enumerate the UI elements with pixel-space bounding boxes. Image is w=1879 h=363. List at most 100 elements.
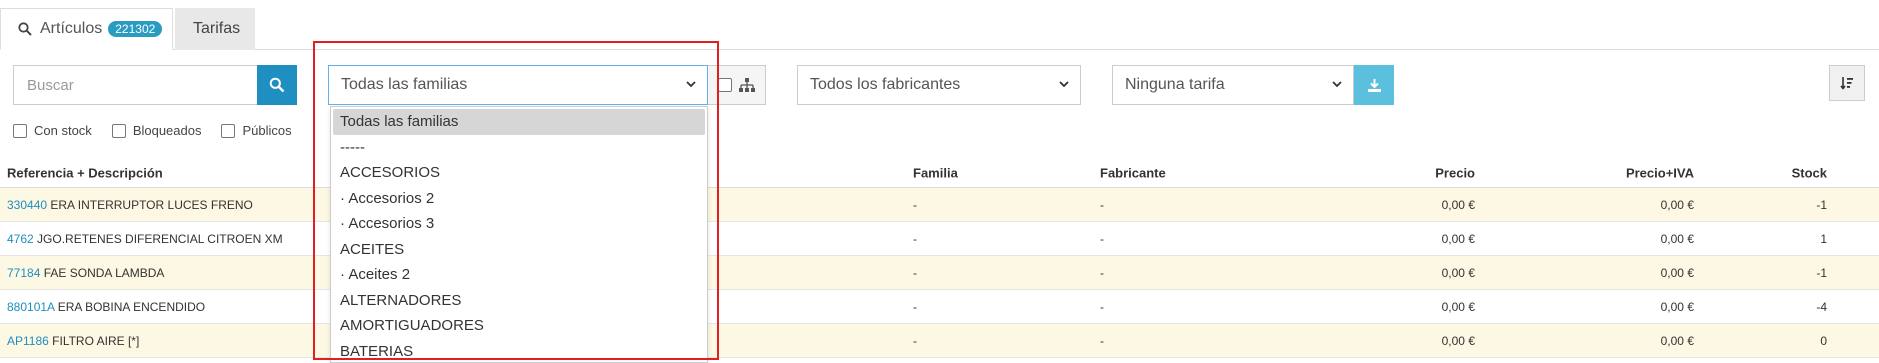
cell-stock: -1 xyxy=(1816,265,1827,280)
article-description: ERA BOBINA ENCENDIDO xyxy=(57,299,206,314)
article-description: FILTRO AIRE [*] xyxy=(52,333,140,348)
families-option[interactable]: · Accesorios 2 xyxy=(331,186,707,212)
cell-stock: 0 xyxy=(1820,333,1827,348)
header-manufacturer[interactable]: Fabricante xyxy=(1100,165,1166,180)
article-description: ERA INTERRUPTOR LUCES FRENO xyxy=(50,197,253,212)
filter-checkboxes: Con stock Bloqueados Públicos xyxy=(13,123,312,138)
cell-price-vat: 0,00 € xyxy=(1660,299,1694,314)
chevron-down-icon xyxy=(1332,81,1342,88)
table-row[interactable]: 77184 FAE SONDA LAMBDA - - 0,00 € 0,00 € -1 xyxy=(0,256,1879,290)
filter-public[interactable]: Públicos xyxy=(221,123,292,138)
article-description: FAE SONDA LAMBDA xyxy=(43,265,165,280)
cell-family: - xyxy=(913,333,917,348)
cell-price-vat: 0,00 € xyxy=(1660,333,1694,348)
article-ref-link[interactable]: 330440 xyxy=(7,198,47,212)
families-dropdown-list: Todas las familias ----- ACCESORIOS · Acces… xyxy=(330,106,708,363)
header-ref-desc[interactable]: Referencia + Descripción xyxy=(7,165,163,180)
filter-blocked[interactable]: Bloqueados xyxy=(111,123,202,138)
articles-table: Referencia + Descripción Familia Fabrica… xyxy=(0,158,1879,358)
chevron-down-icon xyxy=(686,81,696,88)
cell-price-vat: 0,00 € xyxy=(1660,197,1694,212)
tariff-select[interactable]: Ninguna tarifa xyxy=(1112,65,1354,105)
tariff-select-value: Ninguna tarifa xyxy=(1125,76,1225,93)
manufacturers-select-value: Todos los fabricantes xyxy=(810,76,961,93)
tab-tarifas[interactable]: Tarifas xyxy=(175,8,255,50)
cell-family: - xyxy=(913,299,917,314)
cell-ref-desc: 880101A ERA BOBINA ENCENDIDO xyxy=(7,300,205,314)
cell-ref-desc: 4762 JGO.RETENES DIFERENCIAL CITROEN XM xyxy=(7,232,283,246)
families-option[interactable]: ACEITES xyxy=(331,237,707,263)
families-option[interactable]: ----- xyxy=(331,135,707,161)
cell-manufacturer: - xyxy=(1100,265,1104,280)
cell-price-vat: 0,00 € xyxy=(1660,265,1694,280)
tab-articulos[interactable]: Artículos 221302 xyxy=(0,8,173,50)
tab-bar: Artículos 221302 Tarifas xyxy=(0,0,1879,50)
table-row[interactable]: AP1186 FILTRO AIRE [*] - - 0,00 € 0,00 € 0 xyxy=(0,324,1879,358)
table-header: Referencia + Descripción Familia Fabrica… xyxy=(0,158,1879,188)
search-button[interactable] xyxy=(257,65,297,105)
families-option[interactable]: Todas las familias xyxy=(333,109,705,135)
table-row[interactable]: 330440 ERA INTERRUPTOR LUCES FRENO - - 0,00… xyxy=(0,188,1879,222)
article-ref-link[interactable]: 77184 xyxy=(7,266,40,280)
manufacturers-select[interactable]: Todos los fabricantes xyxy=(797,65,1081,105)
cell-ref-desc: AP1186 FILTRO AIRE [*] xyxy=(7,334,139,348)
families-option[interactable]: · Aceites 2 xyxy=(331,262,707,288)
search-icon xyxy=(18,22,32,36)
families-option[interactable]: AMORTIGUADORES xyxy=(331,313,707,339)
families-select[interactable]: Todas las familias xyxy=(328,65,708,105)
public-checkbox-label: Públicos xyxy=(242,123,292,138)
articulos-count-badge: 221302 xyxy=(108,21,163,37)
cell-family: - xyxy=(913,265,917,280)
cell-stock: -1 xyxy=(1816,197,1827,212)
cell-price-vat: 0,00 € xyxy=(1660,231,1694,246)
cell-family: - xyxy=(913,197,917,212)
public-checkbox[interactable] xyxy=(221,123,236,138)
cell-price: 0,00 € xyxy=(1441,333,1475,348)
article-ref-link[interactable]: AP1186 xyxy=(7,334,49,348)
families-option[interactable]: · Accesorios 3 xyxy=(331,211,707,237)
cell-price: 0,00 € xyxy=(1441,265,1475,280)
blocked-checkbox[interactable] xyxy=(111,123,126,138)
download-button[interactable] xyxy=(1354,65,1394,105)
stock-checkbox[interactable] xyxy=(13,123,27,138)
families-option[interactable]: ALTERNADORES xyxy=(331,288,707,314)
search-icon xyxy=(269,77,285,93)
family-tree-toggle[interactable] xyxy=(708,65,766,105)
cell-manufacturer: - xyxy=(1100,333,1104,348)
header-family[interactable]: Familia xyxy=(913,165,958,180)
search-group: Buscar xyxy=(13,65,297,105)
header-price-vat[interactable]: Precio+IVA xyxy=(1626,165,1694,180)
table-row[interactable]: 4762 JGO.RETENES DIFERENCIAL CITROEN XM -… xyxy=(0,222,1879,256)
article-ref-link[interactable]: 4762 xyxy=(7,232,34,246)
sitemap-icon xyxy=(739,78,756,92)
cell-ref-desc: 77184 FAE SONDA LAMBDA xyxy=(7,266,164,280)
tab-tarifas-label: Tarifas xyxy=(193,20,241,37)
table-body: 330440 ERA INTERRUPTOR LUCES FRENO - - 0,00… xyxy=(0,188,1879,358)
sort-icon xyxy=(1840,77,1853,90)
cell-price: 0,00 € xyxy=(1441,197,1475,212)
cell-family: - xyxy=(913,231,917,246)
tab-articulos-label: Artículos xyxy=(40,20,103,37)
cell-manufacturer: - xyxy=(1100,231,1104,246)
cell-manufacturer: - xyxy=(1100,299,1104,314)
header-price[interactable]: Precio xyxy=(1435,165,1475,180)
table-row[interactable]: 880101A ERA BOBINA ENCENDIDO - - 0,00 € 0,00… xyxy=(0,290,1879,324)
sort-button[interactable] xyxy=(1829,65,1865,101)
cell-stock: -4 xyxy=(1816,299,1827,314)
cell-price: 0,00 € xyxy=(1441,299,1475,314)
family-tree-checkbox[interactable] xyxy=(717,78,732,92)
article-ref-link[interactable]: 880101A xyxy=(7,300,54,314)
header-stock[interactable]: Stock xyxy=(1792,165,1827,180)
search-input[interactable]: Buscar xyxy=(13,65,257,105)
cell-manufacturer: - xyxy=(1100,197,1104,212)
families-option[interactable]: ACCESORIOS xyxy=(331,160,707,186)
article-description: JGO.RETENES DIFERENCIAL CITROEN XM xyxy=(37,231,283,246)
blocked-checkbox-label: Bloqueados xyxy=(132,123,202,138)
cell-ref-desc: 330440 ERA INTERRUPTOR LUCES FRENO xyxy=(7,198,253,212)
families-option[interactable]: BATERIAS xyxy=(331,339,707,363)
families-select-value: Todas las familias xyxy=(341,76,468,93)
cell-price: 0,00 € xyxy=(1441,231,1475,246)
chevron-down-icon xyxy=(1059,81,1069,88)
download-icon xyxy=(1367,78,1381,92)
filter-stock[interactable]: Con stock xyxy=(13,123,92,138)
